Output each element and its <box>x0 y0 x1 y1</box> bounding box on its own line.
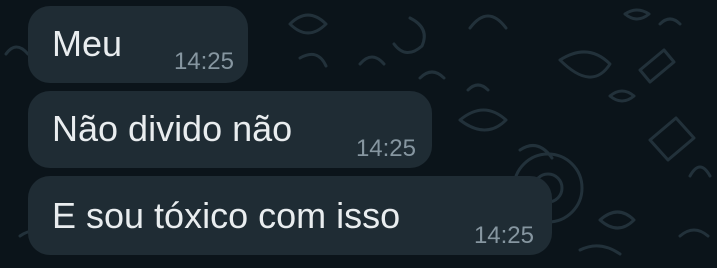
message-list: Meu 14:25 Não divido não 14:25 E sou tóx… <box>0 0 717 268</box>
chat-screen: { "theme": { "background": "#0b141a", "b… <box>0 0 717 268</box>
message-time: 14:25 <box>173 48 234 75</box>
message-bubble[interactable]: E sou tóxico com isso 14:25 <box>28 176 552 255</box>
message-time: 14:25 <box>355 135 416 162</box>
message-text: E sou tóxico com isso <box>52 195 401 236</box>
message-bubble[interactable]: Não divido não 14:25 <box>28 91 432 168</box>
message-time: 14:25 <box>473 222 534 249</box>
message-text: Meu <box>52 23 123 64</box>
message-text: Não divido não <box>52 108 293 149</box>
message-bubble[interactable]: Meu 14:25 <box>28 6 248 83</box>
